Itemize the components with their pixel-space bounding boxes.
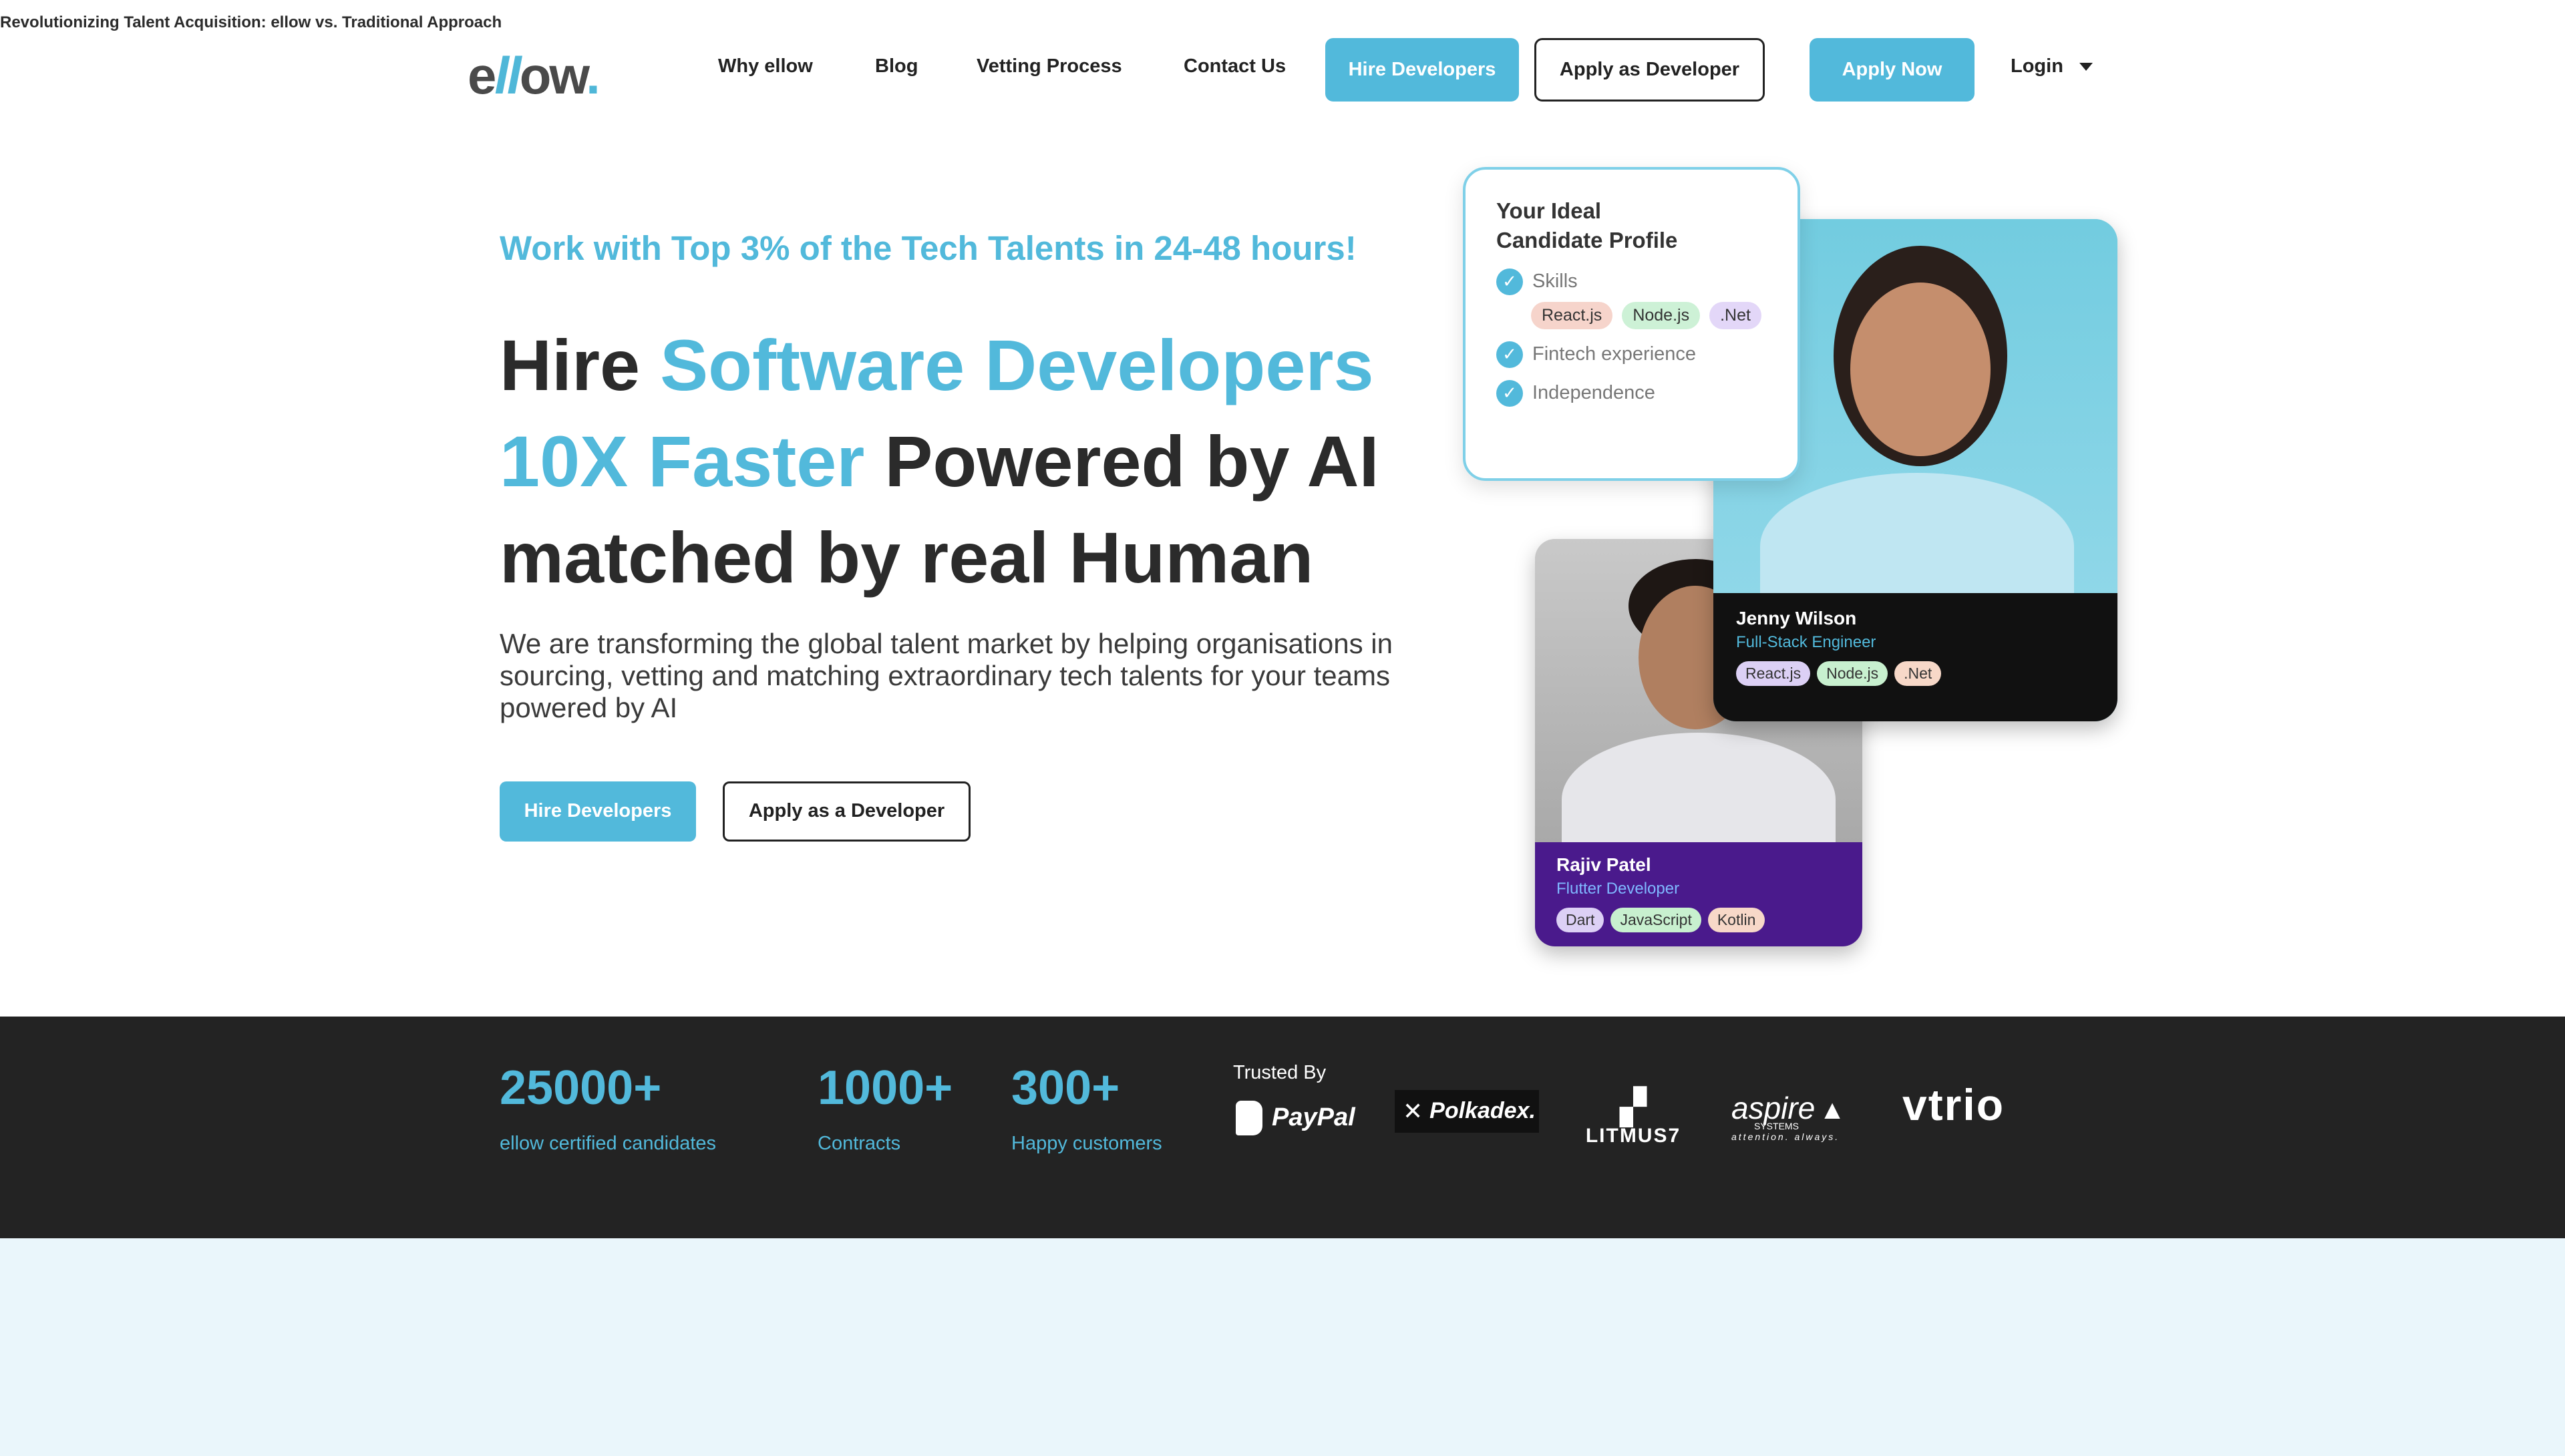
candidate-skills: React.js Node.js .Net: [1736, 661, 2095, 686]
paypal-icon: [1236, 1100, 1262, 1135]
skill-chip: Node.js: [1622, 301, 1701, 329]
aspire-logo: aspire ▲ SYSTEMS attention. always.: [1731, 1090, 1865, 1142]
login-dropdown[interactable]: Login: [2011, 55, 2093, 77]
nav-link-why-ellow[interactable]: Why ellow: [718, 55, 813, 77]
skill-chip: JavaScript: [1610, 907, 1701, 932]
headline-highlight: 10X Faster: [500, 420, 865, 502]
logo-text-accent: ll: [494, 45, 521, 105]
polkadex-logo: ✕ Polkadex.: [1395, 1089, 1539, 1133]
apply-as-developer-nav-button[interactable]: Apply as Developer: [1534, 37, 1765, 102]
skill-chips: React.js Node.js .Net: [1531, 301, 1767, 329]
profile-title-line: Your Ideal: [1496, 198, 1602, 223]
skill-chip: .Net: [1709, 301, 1761, 329]
hire-developers-nav-button[interactable]: Hire Developers: [1325, 37, 1519, 102]
x-icon: ✕: [1403, 1097, 1423, 1125]
skill-chip: .Net: [1894, 661, 1942, 686]
section-title: Revolutionizing Talent Acquisition: ello…: [0, 13, 502, 31]
candidate-name: Jenny Wilson: [1736, 607, 1857, 628]
candidate-role: Full-Stack Engineer: [1736, 632, 1876, 651]
criterion-skills: ✓ Skills: [1496, 268, 1767, 295]
headline-text: Powered by AI: [864, 420, 1379, 502]
logo-text: ow: [519, 45, 588, 105]
stat-label: Contracts: [818, 1132, 901, 1154]
logo-dot: .: [586, 45, 601, 105]
criterion-independence: ✓ Independence: [1496, 379, 1767, 407]
candidate-skills: Dart JavaScript Kotlin: [1556, 907, 1841, 932]
criterion-label: Skills: [1532, 270, 1578, 293]
candidate-role: Flutter Developer: [1556, 879, 1680, 898]
stat-label: ellow certified candidates: [500, 1132, 717, 1154]
skill-chip: Kotlin: [1707, 907, 1765, 932]
nav-link-vetting-process[interactable]: Vetting Process: [977, 55, 1122, 77]
skill-chip: React.js: [1531, 301, 1613, 329]
criterion-label: Independence: [1532, 382, 1655, 404]
stat-label: Happy customers: [1011, 1132, 1162, 1154]
brand-name: LITMUS7: [1585, 1124, 1681, 1147]
brand-name: Polkadex.: [1429, 1098, 1536, 1124]
hero-tagline: Work with Top 3% of the Tech Talents in …: [500, 228, 1357, 267]
hero-description: We are transforming the global talent ma…: [500, 627, 1393, 723]
stat-value: 300+: [1011, 1061, 1120, 1115]
chevron-down-icon: [2079, 63, 2093, 71]
apply-as-developer-button[interactable]: Apply as a Developer: [723, 781, 971, 842]
litmus7-logo: ▞ LITMUS7: [1570, 1090, 1697, 1147]
brand-tagline: attention. always.: [1731, 1131, 1840, 1142]
trusted-by-label: Trusted By: [1233, 1061, 1327, 1083]
check-icon: ✓: [1496, 379, 1523, 407]
aspire-icon: ▲: [1819, 1095, 1846, 1125]
candidate-name: Rajiv Patel: [1556, 854, 1651, 875]
ellow-logo[interactable]: ellow.: [468, 45, 601, 106]
stat-value: 25000+: [500, 1061, 662, 1115]
skill-chip: Node.js: [1817, 661, 1888, 686]
brand-name: PayPal: [1272, 1103, 1355, 1132]
headline-text: Hire: [500, 324, 661, 405]
candidate-info: Rajiv Patel Flutter Developer Dart JavaS…: [1535, 842, 1862, 946]
nav-link-contact-us[interactable]: Contact Us: [1184, 55, 1286, 77]
skill-chip: React.js: [1736, 661, 1811, 686]
apply-now-button[interactable]: Apply Now: [1810, 37, 1975, 102]
criterion-fintech: ✓ Fintech experience: [1496, 341, 1767, 368]
logo-text: e: [468, 45, 496, 105]
vtrio-logo: vtrio: [1902, 1079, 2005, 1129]
headline-highlight: Software Developers: [660, 324, 1374, 405]
ideal-candidate-profile-card: Your Ideal Candidate Profile ✓ Skills Rea…: [1463, 166, 1800, 481]
paypal-logo: PayPal: [1236, 1100, 1355, 1135]
nav-link-blog[interactable]: Blog: [875, 55, 918, 77]
face-shape: [1850, 282, 1991, 456]
profile-title-line: Candidate Profile: [1496, 227, 1678, 252]
candidate-info: Jenny Wilson Full-Stack Engineer React.j…: [1713, 592, 2117, 721]
litmus-icon: ▞: [1620, 1087, 1647, 1127]
login-label: Login: [2011, 55, 2063, 77]
check-icon: ✓: [1496, 268, 1523, 295]
stat-value: 1000+: [818, 1061, 953, 1115]
hire-developers-button[interactable]: Hire Developers: [500, 781, 696, 842]
comparison-section: [0, 1238, 2565, 1456]
hero-headline: Hire Software Developers 10X Faster Powe…: [500, 317, 1435, 606]
skill-chip: Dart: [1556, 907, 1604, 932]
profile-card-title: Your Ideal Candidate Profile: [1496, 196, 1767, 255]
criterion-label: Fintech experience: [1532, 343, 1697, 365]
check-icon: ✓: [1496, 341, 1523, 368]
headline-text: matched by real Human: [500, 516, 1314, 598]
